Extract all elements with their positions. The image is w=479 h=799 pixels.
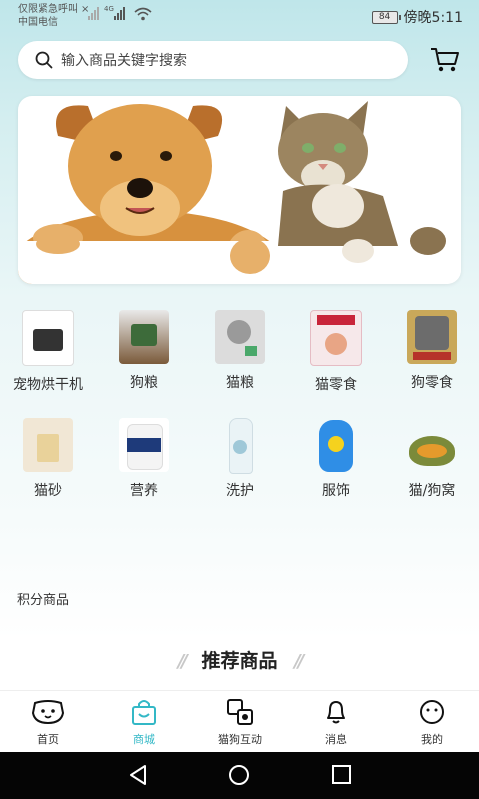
signal-icon [88,7,99,20]
smile-icon [420,700,444,724]
bell-icon [327,701,345,724]
decorative-slash-icon: // [294,651,304,672]
dog-food-icon [119,310,169,364]
status-bar: 仅限紧急呼叫 × 中国电信 4G 84 傍晚5:11 [0,0,479,34]
category-cat-snack[interactable]: 猫零食 [288,305,384,394]
emergency-text: 仅限紧急呼叫 [18,4,78,15]
banner-image [18,101,461,284]
cat-snack-icon [310,310,362,366]
category-label: 宠物烘干机 [13,377,83,393]
recommend-title: 推荐商品 [201,650,278,672]
pet-bed-icon [407,418,457,472]
tab-label: 猫狗互动 [218,733,262,746]
nutrition-icon [119,418,169,472]
category-label: 猫砂 [34,483,62,499]
category-label: 狗零食 [411,375,453,391]
tab-mine[interactable]: 我的 [384,697,479,747]
home-circle-icon[interactable] [228,764,250,786]
tab-mall[interactable]: 商城 [96,697,192,747]
category-nutrition[interactable]: 营养 [96,413,192,500]
tab-label: 首页 [37,733,59,746]
tab-home[interactable]: 首页 [0,697,96,747]
category-wash-care[interactable]: 洗护 [192,413,288,500]
category-cat-litter[interactable]: 猫砂 [0,413,96,500]
carrier-text: 中国电信 [18,17,58,28]
bottom-tab-bar: 首页 商城 猫狗互动 消息 我的 [0,690,479,753]
search-input[interactable]: 输入商品关键字搜索 [18,41,408,79]
category-dog-food[interactable]: 狗粮 [96,305,192,392]
search-icon [35,51,53,69]
category-label: 猫/狗窝 [408,483,456,499]
category-label: 服饰 [322,483,350,499]
pet-dryer-icon [22,310,74,366]
clock: 傍晚5:11 [403,10,463,26]
recent-apps-icon[interactable] [331,764,353,786]
category-label: 营养 [130,483,158,499]
status-left: 仅限紧急呼叫 × 中国电信 [18,3,89,29]
tab-messages[interactable]: 消息 [288,697,384,747]
back-icon[interactable] [127,764,149,786]
network-type: 4G [104,5,114,13]
wash-care-icon [215,418,265,474]
category-label: 猫零食 [315,377,357,393]
dog-snack-icon [407,310,457,364]
system-nav-bar [0,752,479,799]
tab-label: 商城 [133,733,155,746]
signal-icon [114,7,125,20]
shopping-bag-icon [132,700,156,725]
promo-banner[interactable] [18,96,461,284]
status-right: 84 傍晚5:11 [371,7,463,27]
clothing-icon [311,418,361,472]
decorative-slash-icon: // [177,651,188,672]
category-cat-food[interactable]: 猫粮 [192,305,288,392]
category-pet-bed[interactable]: 猫/狗窝 [384,413,479,500]
wifi-icon [134,7,152,21]
category-clothing[interactable]: 服饰 [288,413,384,500]
category-dog-snack[interactable]: 狗零食 [384,305,479,392]
cart-icon[interactable] [430,46,460,74]
tab-label: 消息 [325,733,347,746]
battery-icon: 84 [371,10,401,24]
points-section-title: 积分商品 [17,593,70,608]
dog-face-icon [31,700,65,725]
interaction-icon [227,699,253,725]
category-label: 猫粮 [226,375,254,391]
cat-food-icon [215,310,265,364]
category-label: 狗粮 [130,375,158,391]
cat-litter-icon [23,418,73,472]
tab-label: 我的 [421,733,443,746]
tab-interaction[interactable]: 猫狗互动 [192,697,288,747]
category-label: 洗护 [226,483,254,499]
recommend-header: // 推荐商品 // [0,646,479,673]
search-placeholder: 输入商品关键字搜索 [61,53,187,69]
category-pet-dryer[interactable]: 宠物烘干机 [0,305,96,394]
